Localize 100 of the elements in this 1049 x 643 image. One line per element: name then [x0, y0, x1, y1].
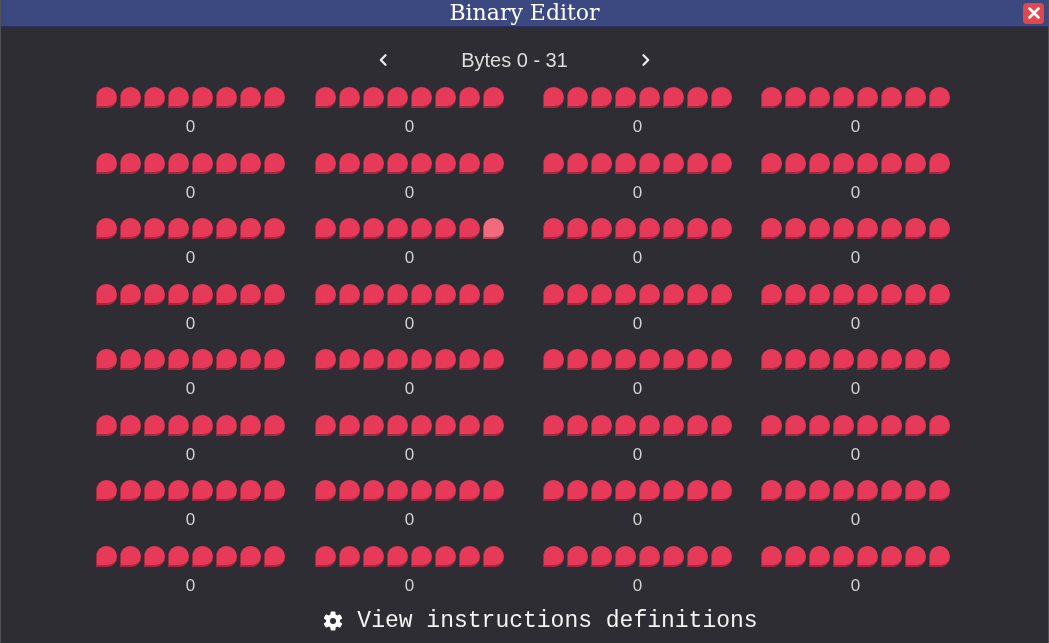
bit-toggle[interactable] — [120, 152, 141, 174]
bit-toggle[interactable] — [929, 349, 950, 370]
bit-toggle[interactable] — [96, 414, 117, 436]
bit-toggle[interactable] — [833, 87, 854, 108]
bit-toggle[interactable] — [905, 283, 926, 305]
bit-toggle[interactable] — [483, 283, 504, 305]
bit-toggle[interactable] — [387, 152, 408, 174]
bit-toggle[interactable] — [387, 480, 408, 501]
bit-toggle[interactable] — [567, 480, 588, 501]
bit-toggle[interactable] — [905, 480, 926, 501]
bit-toggle[interactable] — [120, 218, 141, 239]
bit-toggle[interactable] — [483, 480, 504, 501]
bit-toggle[interactable] — [929, 414, 950, 436]
bit-toggle[interactable] — [639, 545, 660, 567]
bit-toggle[interactable] — [435, 349, 456, 370]
bit-toggle[interactable] — [687, 218, 708, 239]
bit-toggle[interactable] — [144, 152, 165, 174]
bit-toggle[interactable] — [857, 283, 878, 305]
bit-toggle[interactable] — [833, 545, 854, 567]
bit-toggle[interactable] — [315, 480, 336, 501]
bit-toggle[interactable] — [192, 87, 213, 108]
bit-toggle[interactable] — [785, 414, 806, 436]
bit-toggle[interactable] — [761, 480, 782, 501]
bit-toggle[interactable] — [315, 218, 336, 239]
bit-toggle[interactable] — [315, 87, 336, 108]
bit-toggle[interactable] — [363, 152, 384, 174]
bit-toggle[interactable] — [216, 349, 237, 370]
bit-toggle[interactable] — [929, 545, 950, 567]
bit-toggle[interactable] — [363, 349, 384, 370]
bit-toggle[interactable] — [785, 283, 806, 305]
bit-toggle[interactable] — [785, 218, 806, 239]
bit-toggle[interactable] — [459, 283, 480, 305]
bit-toggle[interactable] — [411, 480, 432, 501]
bit-toggle[interactable] — [663, 545, 684, 567]
bit-toggle[interactable] — [240, 283, 261, 305]
bit-toggle[interactable] — [339, 283, 360, 305]
bit-toggle[interactable] — [96, 87, 117, 108]
bit-toggle[interactable] — [543, 152, 564, 174]
bit-toggle[interactable] — [168, 87, 189, 108]
bit-toggle[interactable] — [543, 87, 564, 108]
bit-toggle[interactable] — [711, 545, 732, 567]
bit-toggle[interactable] — [168, 152, 189, 174]
bit-toggle[interactable] — [339, 152, 360, 174]
bit-toggle[interactable] — [96, 349, 117, 370]
bit-toggle[interactable] — [315, 414, 336, 436]
bit-toggle[interactable] — [459, 480, 480, 501]
bit-toggle[interactable] — [761, 152, 782, 174]
bit-toggle[interactable] — [168, 414, 189, 436]
bit-toggle[interactable] — [339, 414, 360, 436]
bit-toggle[interactable] — [240, 545, 261, 567]
bit-toggle[interactable] — [363, 545, 384, 567]
bit-toggle[interactable] — [315, 545, 336, 567]
bit-toggle[interactable] — [567, 349, 588, 370]
bit-toggle[interactable] — [120, 414, 141, 436]
bit-toggle[interactable] — [483, 152, 504, 174]
bit-toggle[interactable] — [711, 152, 732, 174]
bit-toggle[interactable] — [591, 87, 612, 108]
bit-toggle[interactable] — [363, 480, 384, 501]
bit-toggle[interactable] — [663, 218, 684, 239]
bit-toggle[interactable] — [567, 218, 588, 239]
bit-toggle[interactable] — [905, 152, 926, 174]
bit-toggle[interactable] — [264, 414, 285, 436]
bit-toggle[interactable] — [96, 480, 117, 501]
bit-toggle[interactable] — [144, 87, 165, 108]
bit-toggle[interactable] — [216, 414, 237, 436]
bit-toggle[interactable] — [615, 87, 636, 108]
bit-toggle[interactable] — [315, 283, 336, 305]
bit-toggle[interactable] — [663, 414, 684, 436]
bit-toggle[interactable] — [567, 545, 588, 567]
bit-toggle[interactable] — [857, 349, 878, 370]
bit-toggle[interactable] — [615, 218, 636, 239]
bit-toggle[interactable] — [567, 283, 588, 305]
bit-toggle[interactable] — [929, 480, 950, 501]
bit-toggle[interactable] — [857, 545, 878, 567]
bit-toggle[interactable] — [120, 480, 141, 501]
bit-toggle[interactable] — [264, 283, 285, 305]
bit-toggle[interactable] — [96, 152, 117, 174]
bit-toggle[interactable] — [240, 349, 261, 370]
bit-toggle[interactable] — [168, 545, 189, 567]
bit-toggle[interactable] — [363, 283, 384, 305]
bit-toggle[interactable] — [929, 152, 950, 174]
bit-toggle[interactable] — [615, 545, 636, 567]
bit-toggle[interactable] — [687, 414, 708, 436]
bit-toggle[interactable] — [615, 414, 636, 436]
bit-toggle[interactable] — [411, 87, 432, 108]
bit-toggle[interactable] — [809, 152, 830, 174]
bit-toggle[interactable] — [435, 283, 456, 305]
bit-toggle[interactable] — [168, 283, 189, 305]
bit-toggle[interactable] — [459, 545, 480, 567]
bit-toggle[interactable] — [192, 218, 213, 239]
bit-toggle[interactable] — [339, 349, 360, 370]
bit-toggle[interactable] — [240, 152, 261, 174]
bit-toggle[interactable] — [543, 218, 564, 239]
bit-toggle[interactable] — [483, 87, 504, 108]
bit-toggle[interactable] — [639, 480, 660, 501]
bit-toggle[interactable] — [240, 218, 261, 239]
bit-toggle[interactable] — [240, 480, 261, 501]
bit-toggle[interactable] — [639, 87, 660, 108]
bit-toggle[interactable] — [687, 349, 708, 370]
bit-toggle[interactable] — [785, 545, 806, 567]
